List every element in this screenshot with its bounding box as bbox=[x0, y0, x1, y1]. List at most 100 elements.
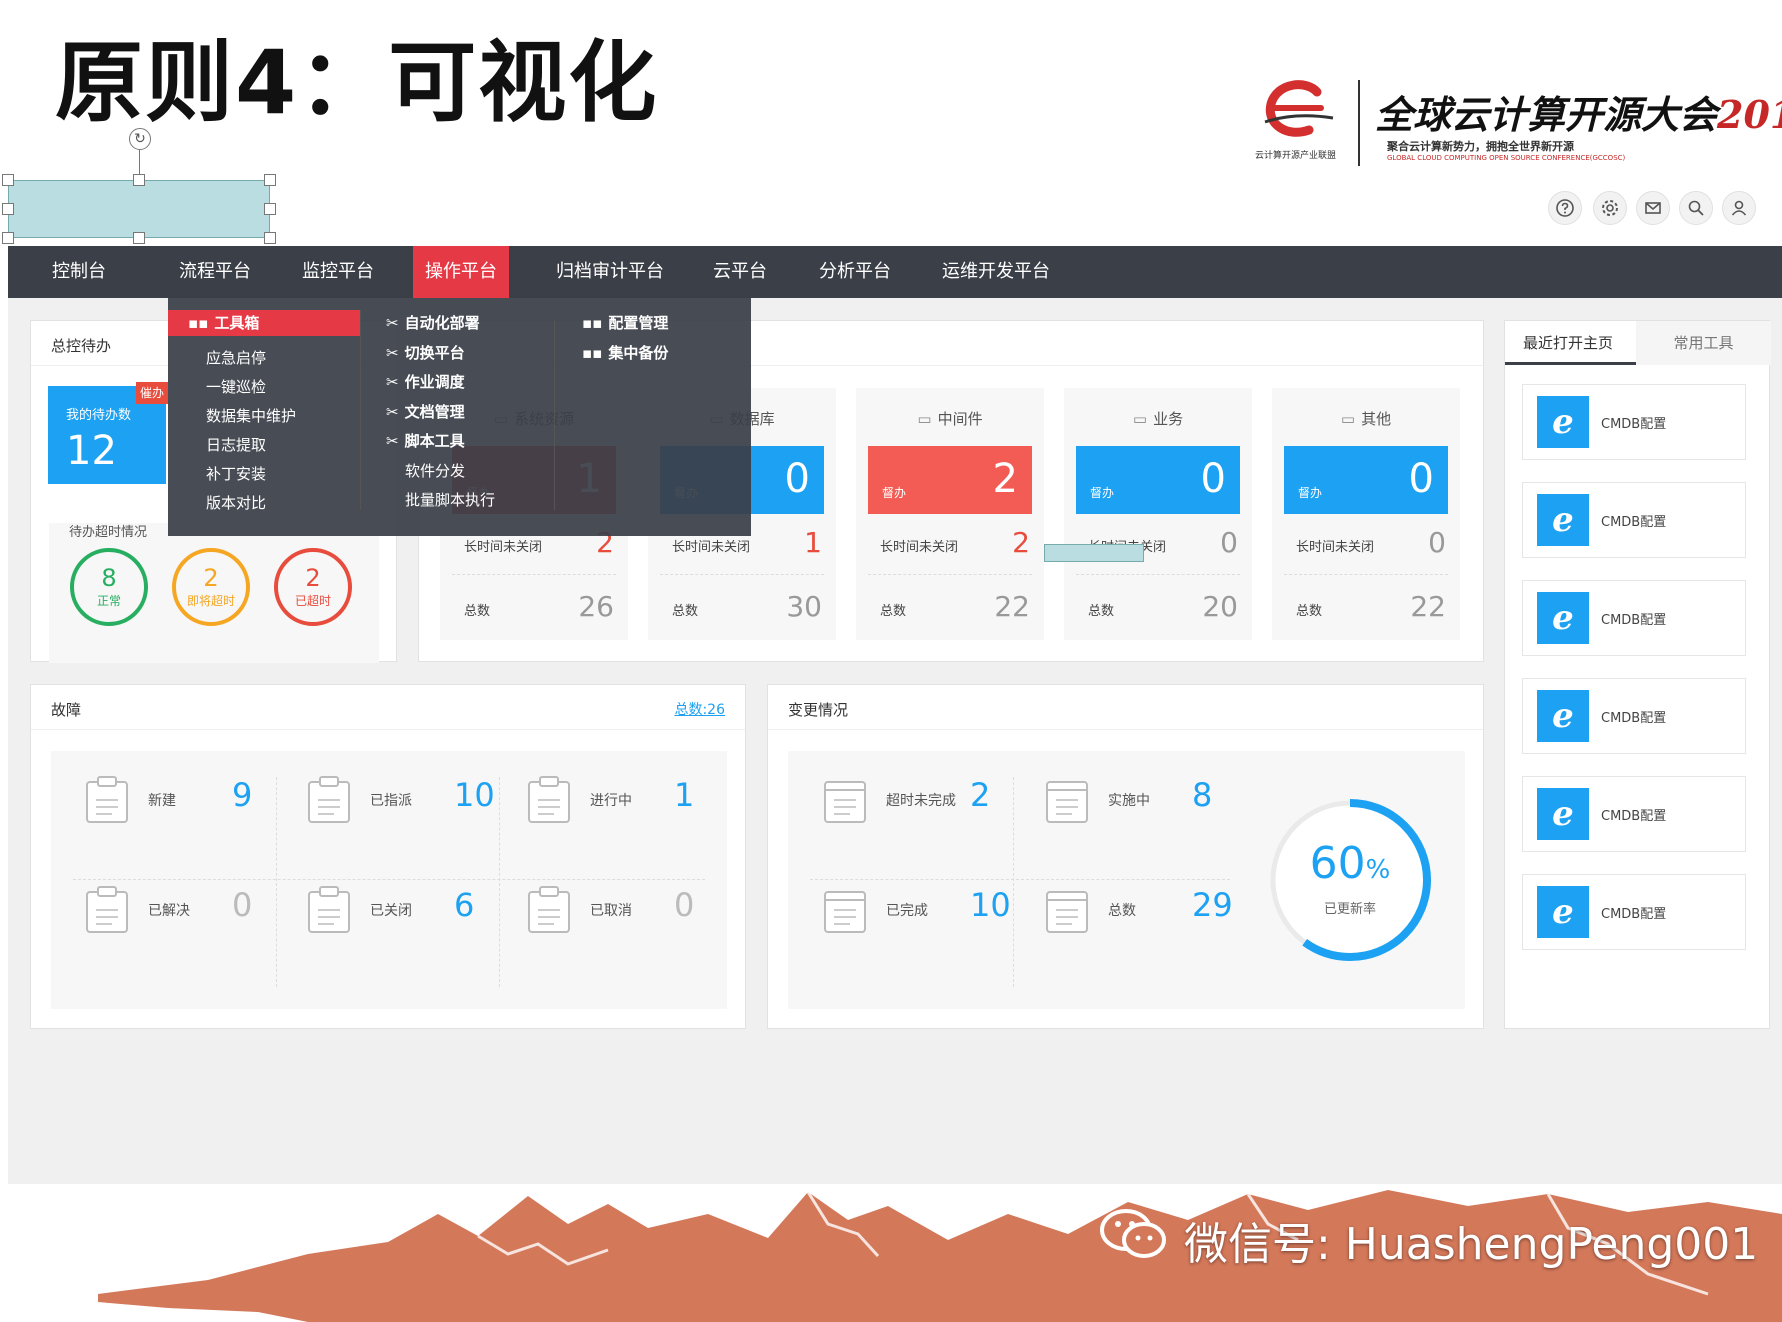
nav-monitor[interactable]: 监控平台 bbox=[290, 246, 386, 298]
overdue-circle[interactable]: 2 已超时 bbox=[274, 548, 352, 626]
divider bbox=[276, 777, 277, 987]
resize-handle[interactable] bbox=[133, 174, 145, 186]
fault-stat-value[interactable]: 0 bbox=[674, 886, 694, 924]
nav-analysis[interactable]: 分析平台 bbox=[807, 246, 903, 298]
nav-process[interactable]: 流程平台 bbox=[167, 246, 263, 298]
change-stat-label: 总数 bbox=[1108, 903, 1136, 919]
near-overdue-circle[interactable]: 2 即将超时 bbox=[172, 548, 250, 626]
rotate-handle-icon[interactable]: ↻ bbox=[129, 128, 151, 150]
menu-item[interactable]: 一键巡检 bbox=[206, 376, 266, 397]
gear-icon[interactable] bbox=[1593, 191, 1627, 225]
menu-item[interactable]: 日志提取 bbox=[206, 434, 266, 455]
tab-recent-pages[interactable]: 最近打开主页 bbox=[1505, 321, 1636, 365]
category-card-3[interactable]: ▭ 中间件 督办 2 长时间未关闭 2 总数 22 bbox=[856, 388, 1044, 640]
long-open-row: 长时间未关闭 0 bbox=[1296, 526, 1446, 559]
total-label: 总数 bbox=[880, 604, 907, 619]
resize-handle[interactable] bbox=[264, 232, 276, 244]
normal-circle[interactable]: 8 正常 bbox=[70, 548, 148, 626]
menu-item[interactable]: 应急启停 bbox=[206, 347, 266, 368]
fault-stat-value[interactable]: 10 bbox=[454, 776, 495, 814]
fault-stat-value[interactable]: 9 bbox=[232, 776, 252, 814]
search-icon[interactable] bbox=[1679, 191, 1713, 225]
sidebar-item[interactable]: e CMDB配置 bbox=[1522, 678, 1746, 754]
sidebar-item[interactable]: e CMDB配置 bbox=[1522, 384, 1746, 460]
menu-group-item[interactable]: ✂ 自动化部署 bbox=[386, 312, 480, 333]
category-header: ▭ 中间件 bbox=[856, 408, 1044, 429]
menu-group-label: 集中备份 bbox=[608, 343, 669, 362]
selected-shape-small[interactable] bbox=[1044, 544, 1144, 562]
logo-divider bbox=[1358, 80, 1360, 166]
overdue-count: 2 bbox=[305, 564, 321, 592]
fault-stat-label: 进行中 bbox=[590, 793, 632, 809]
fault-stat-value[interactable]: 1 bbox=[674, 776, 694, 814]
conference-english-name: GLOBAL CLOUD COMPUTING OPEN SOURCE CONFE… bbox=[1387, 154, 1626, 162]
tools-icon: ✂ bbox=[386, 402, 399, 421]
menu-group-item[interactable]: ✂ 作业调度 bbox=[386, 371, 465, 392]
selected-shape[interactable] bbox=[8, 180, 270, 238]
menu-group-item[interactable]: ✂ 文档管理 bbox=[386, 401, 465, 422]
fault-stat-label: 已取消 bbox=[590, 903, 632, 919]
sidebar-item[interactable]: e CMDB配置 bbox=[1522, 482, 1746, 558]
mail-icon[interactable] bbox=[1636, 191, 1670, 225]
menu-item[interactable]: 版本对比 bbox=[206, 492, 266, 513]
total-count: 22 bbox=[1410, 590, 1446, 623]
tab-common-tools[interactable]: 常用工具 bbox=[1636, 321, 1771, 365]
change-stat-value[interactable]: 29 bbox=[1192, 886, 1233, 924]
menu-item[interactable]: 补丁安装 bbox=[206, 463, 266, 484]
ie-browser-icon: e bbox=[1537, 396, 1589, 448]
category-card-4[interactable]: ▭业务督办0长时间未关闭0总数20 bbox=[1064, 388, 1252, 640]
supervise-bar[interactable]: 督办 0 bbox=[1076, 446, 1240, 514]
long-open-label: 长时间未关闭 bbox=[672, 540, 751, 555]
toolbox-header[interactable]: ▪▪ 工具箱 bbox=[168, 310, 360, 336]
total-label: 总数 bbox=[672, 604, 699, 619]
sidebar-item[interactable]: e CMDB配置 bbox=[1522, 874, 1746, 950]
tools-icon: ✂ bbox=[386, 343, 399, 362]
total-row: 总数 26 bbox=[464, 590, 614, 623]
help-icon[interactable] bbox=[1548, 191, 1582, 225]
total-row: 总数 20 bbox=[1088, 590, 1238, 623]
resize-handle[interactable] bbox=[2, 203, 14, 215]
supervise-bar[interactable]: 督办 2 bbox=[868, 446, 1032, 514]
menu-group-item[interactable]: ✂ 切换平台 bbox=[386, 342, 465, 363]
fault-stat-label: 已解决 bbox=[148, 903, 190, 919]
ie-browser-icon: e bbox=[1537, 788, 1589, 840]
urge-badge[interactable]: 催办 bbox=[136, 382, 168, 404]
total-count: 20 bbox=[1202, 590, 1238, 623]
nav-cloud[interactable]: 云平台 bbox=[701, 246, 779, 298]
wechat-icon bbox=[1100, 1209, 1166, 1258]
nav-devops[interactable]: 运维开发平台 bbox=[930, 246, 1062, 298]
category-name: 其他 bbox=[1361, 410, 1392, 428]
category-card-5[interactable]: ▭ 其他 督办 0 长时间未关闭 0 总数 22 bbox=[1272, 388, 1460, 640]
resize-handle[interactable] bbox=[2, 174, 14, 186]
nav-console[interactable]: 控制台 bbox=[40, 246, 118, 298]
nav-operation[interactable]: 操作平台 bbox=[413, 246, 509, 298]
tools-icon: ✂ bbox=[386, 432, 399, 450]
gauge-label: 已更新率 bbox=[1323, 902, 1376, 917]
sidebar-item[interactable]: e CMDB配置 bbox=[1522, 580, 1746, 656]
change-stat-value[interactable]: 2 bbox=[970, 776, 990, 814]
resize-handle[interactable] bbox=[133, 232, 145, 244]
supervise-bar[interactable]: 督办 0 bbox=[1284, 446, 1448, 514]
normal-count: 8 bbox=[101, 564, 117, 592]
user-icon[interactable] bbox=[1722, 191, 1756, 225]
menu-group-item[interactable]: ▪▪ 配置管理 bbox=[582, 312, 668, 333]
divider bbox=[660, 574, 824, 575]
fault-stat-value[interactable]: 6 bbox=[454, 886, 474, 924]
resize-handle[interactable] bbox=[264, 203, 276, 215]
menu-item[interactable]: 软件分发 bbox=[405, 460, 465, 481]
resize-handle[interactable] bbox=[264, 174, 276, 186]
menu-group-item[interactable]: ▪▪ 集中备份 bbox=[582, 342, 668, 363]
resize-handle[interactable] bbox=[2, 232, 14, 244]
divider bbox=[868, 574, 1032, 575]
long-open-row: 长时间未关闭 2 bbox=[880, 526, 1030, 559]
nav-archive-audit[interactable]: 归档审计平台 bbox=[544, 246, 676, 298]
change-stat-value[interactable]: 8 bbox=[1192, 776, 1212, 814]
menu-item[interactable]: 数据集中维护 bbox=[206, 405, 296, 426]
sidebar-item[interactable]: e CMDB配置 bbox=[1522, 776, 1746, 852]
fault-total-link[interactable]: 总数:26 bbox=[674, 699, 725, 719]
change-stat-value[interactable]: 10 bbox=[970, 886, 1011, 924]
menu-group-item[interactable]: ✂ 脚本工具 bbox=[386, 430, 465, 451]
fault-stat-value[interactable]: 0 bbox=[232, 886, 252, 924]
window-icon: ▭ bbox=[1132, 410, 1148, 428]
menu-item[interactable]: 批量脚本执行 bbox=[405, 489, 495, 510]
